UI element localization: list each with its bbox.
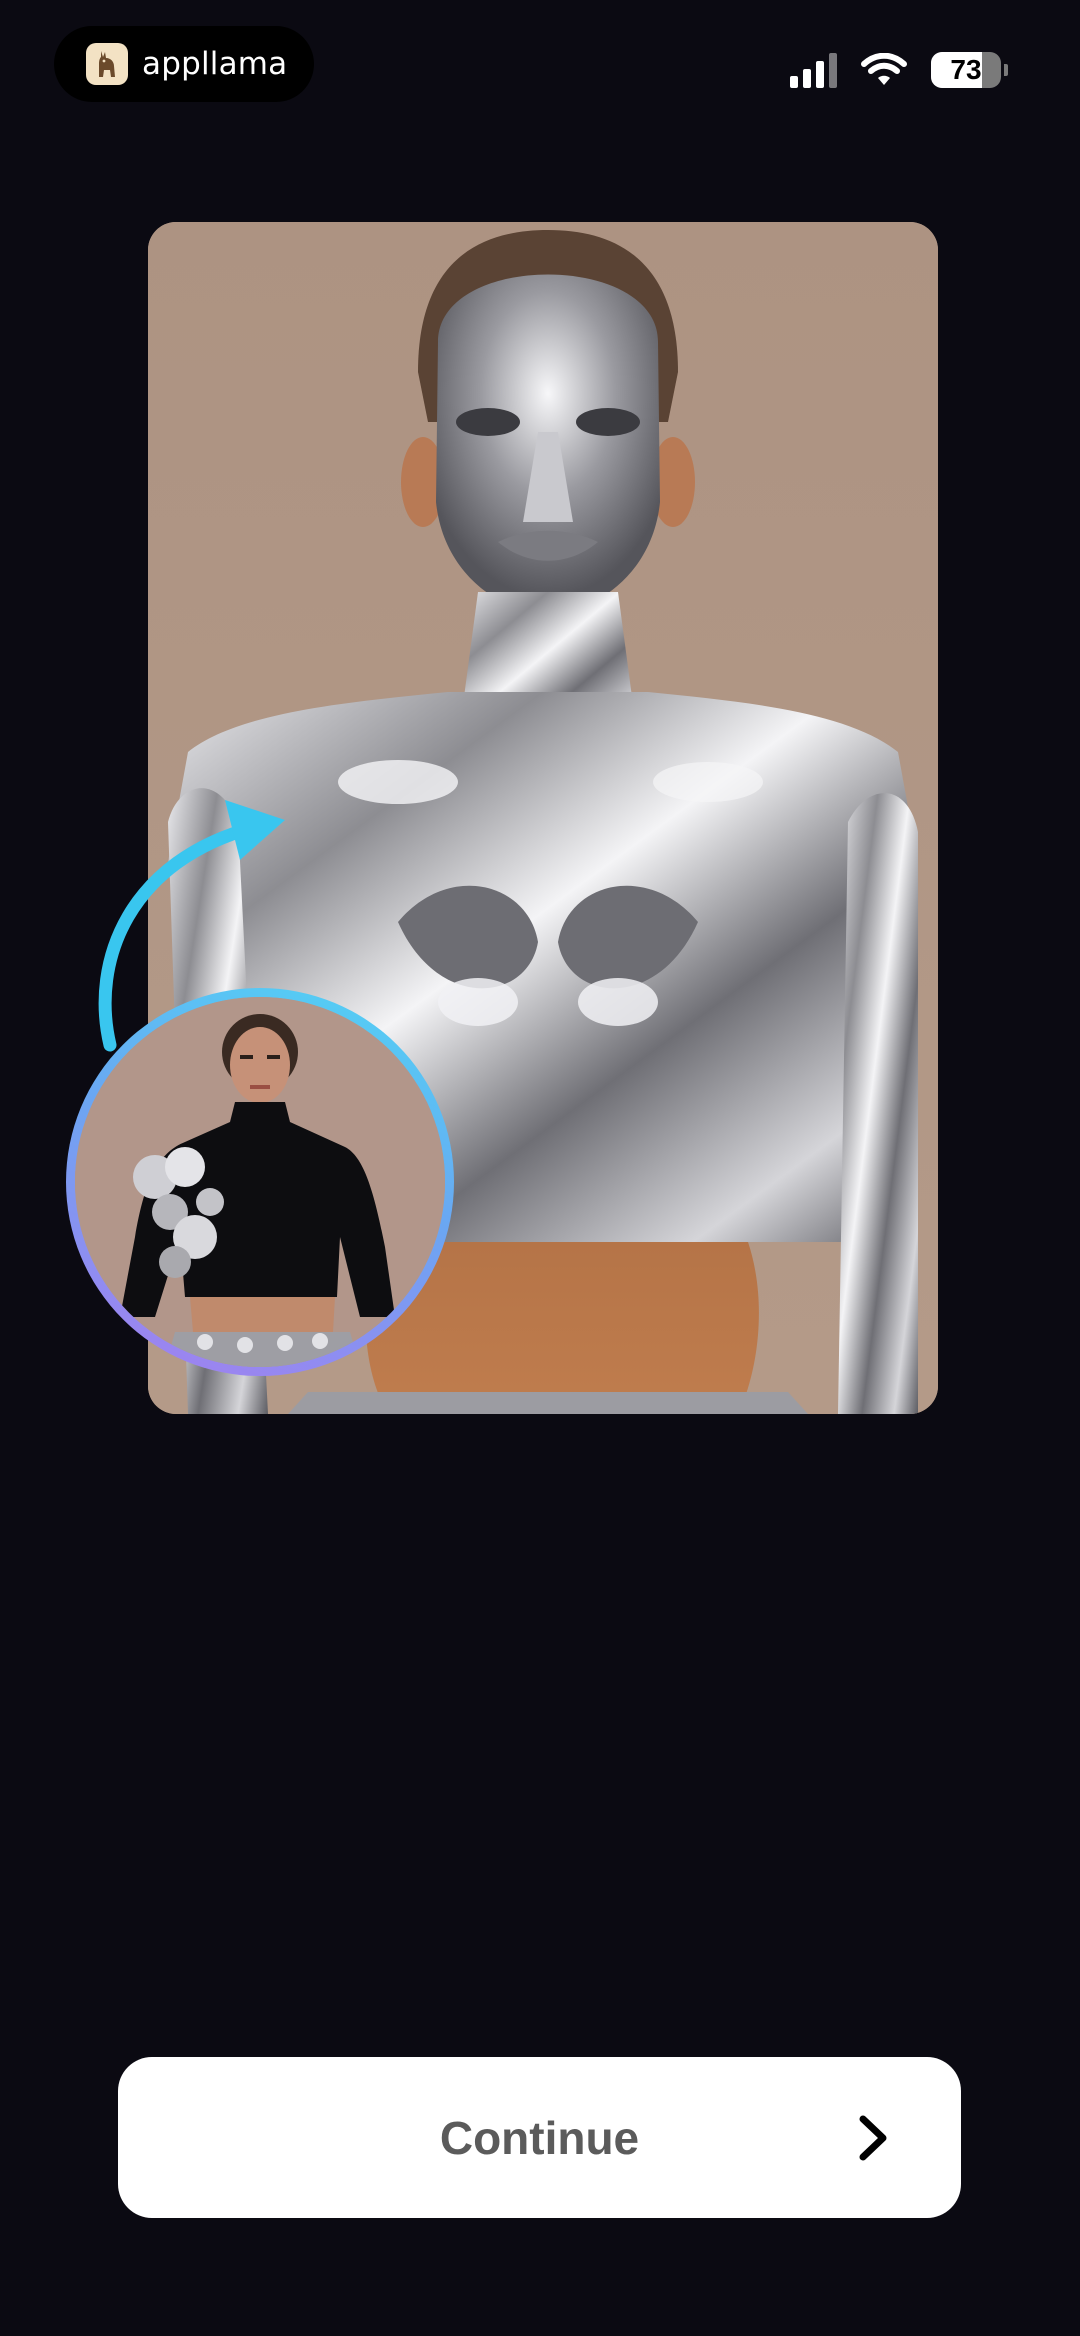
chevron-right-icon — [859, 2115, 887, 2160]
llama-logo-icon — [86, 43, 128, 85]
continue-button[interactable]: Continue — [118, 2057, 961, 2218]
status-icons: 73 — [790, 48, 1008, 92]
wifi-icon — [861, 53, 907, 85]
continue-label: Continue — [439, 2111, 640, 2164]
battery-level: 73 — [950, 54, 982, 85]
app-name: appllama — [142, 46, 288, 82]
battery-icon: 73 — [931, 52, 1001, 88]
app-indicator-pill[interactable]: appllama — [54, 26, 314, 102]
onboarding-screen: appllama 73 Continue — [0, 0, 1080, 2336]
outfit-photo — [75, 997, 445, 1367]
signal-icon — [790, 52, 837, 88]
reference-outfit-thumbnail — [66, 988, 454, 1376]
